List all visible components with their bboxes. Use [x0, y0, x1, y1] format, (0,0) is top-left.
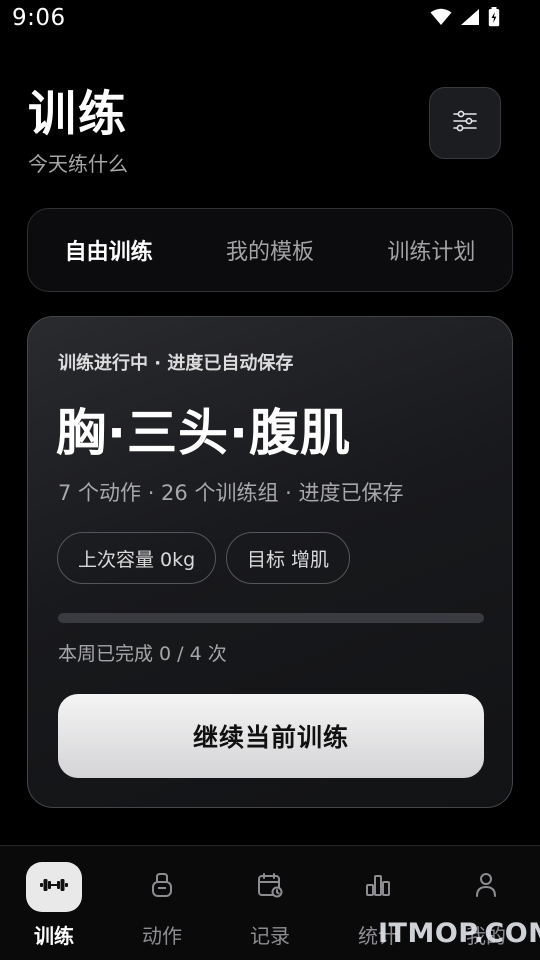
current-workout-card: 训练进行中 · 进度已自动保存 胸·三头·腹肌 7 个动作 · 26 个训练组 … — [27, 316, 513, 808]
signal-icon — [460, 8, 480, 26]
sliders-icon — [452, 109, 478, 137]
nav-label-training: 训练 — [34, 924, 74, 948]
battery-icon — [488, 7, 500, 27]
nav-item-exercises[interactable]: 动作 — [117, 862, 207, 949]
workout-status: 训练进行中 · 进度已自动保存 — [58, 353, 294, 374]
tab-my-templates[interactable]: 我的模板 — [189, 234, 350, 266]
user-icon — [475, 872, 497, 902]
filter-button[interactable] — [429, 87, 501, 159]
nav-label-exercises: 动作 — [142, 924, 182, 948]
nav-item-training[interactable]: 训练 — [9, 862, 99, 949]
calendar-icon — [257, 872, 283, 902]
continue-workout-button[interactable]: 继续当前训练 — [58, 694, 484, 778]
workout-title: 胸·三头·腹肌 — [56, 404, 351, 462]
tab-free-training[interactable]: 自由训练 — [28, 234, 189, 266]
wifi-icon — [430, 8, 452, 26]
watermark: ITMOP.COM — [378, 918, 540, 949]
status-time: 9:06 — [12, 5, 66, 31]
page-subtitle: 今天练什么 — [28, 152, 128, 176]
nav-item-records[interactable]: 记录 — [225, 862, 315, 949]
tab-training-plan[interactable]: 训练计划 — [351, 234, 512, 266]
kettlebell-icon — [150, 872, 174, 902]
goal-badge: 目标 增肌 — [226, 532, 351, 584]
workout-meta: 7 个动作 · 26 个训练组 · 进度已保存 — [58, 481, 404, 505]
status-icons — [430, 7, 500, 27]
workout-tabs: 自由训练 我的模板 训练计划 — [27, 208, 513, 292]
weekly-progress-bar — [58, 613, 484, 623]
nav-label-records: 记录 — [250, 924, 290, 948]
status-bar: 9:06 — [0, 0, 540, 36]
weekly-progress-label: 本周已完成 0 / 4 次 — [58, 643, 227, 665]
bar-chart-icon — [365, 873, 391, 901]
dumbbell-icon — [40, 877, 68, 897]
last-volume-badge: 上次容量 0kg — [57, 532, 217, 584]
page-title: 训练 — [28, 86, 129, 142]
